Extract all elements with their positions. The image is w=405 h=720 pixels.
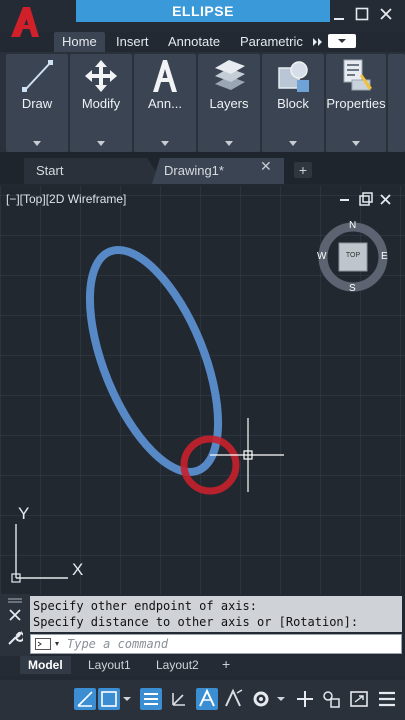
command-prompt-icon[interactable] — [35, 638, 63, 650]
tab-home[interactable]: Home — [54, 32, 105, 52]
ucs-x-label: X — [72, 560, 84, 579]
close-icon[interactable] — [378, 6, 394, 22]
workspace-toggle-button[interactable] — [328, 34, 356, 48]
drawing-canvas[interactable] — [0, 186, 405, 594]
polar-tracking-icon[interactable] — [98, 688, 120, 710]
ucs-y-label: Y — [18, 504, 30, 523]
lineweight-icon[interactable] — [140, 688, 162, 710]
fullscreen-icon[interactable] — [348, 688, 370, 710]
isolate-objects-icon[interactable] — [320, 688, 342, 710]
gear-icon[interactable] — [250, 688, 272, 710]
close-tab-icon[interactable]: ✕ — [260, 158, 272, 175]
panel-annotation[interactable]: Ann... — [134, 54, 196, 152]
tab-model[interactable]: Model — [20, 656, 71, 674]
autocad-window: ELLIPSE Home Insert Annotate Parametric … — [0, 0, 405, 720]
panel-properties-label: Properties — [326, 96, 386, 111]
ellipse-shape — [85, 246, 223, 476]
plus-icon[interactable] — [294, 688, 316, 710]
ortho-icon[interactable] — [74, 688, 96, 710]
panel-draw-expand-icon[interactable] — [33, 141, 41, 146]
panel-annotation-label: Ann... — [148, 96, 182, 111]
command-input[interactable]: Type a command — [30, 634, 402, 654]
chevron-down-icon[interactable] — [122, 696, 132, 702]
properties-icon — [343, 59, 372, 91]
tab-layout2[interactable]: Layout2 — [148, 656, 207, 674]
panel-overflow[interactable] — [388, 54, 405, 152]
ucs-icon — [11, 524, 68, 583]
panel-modify[interactable]: Modify — [70, 54, 132, 152]
command-placeholder: Type a command — [67, 637, 169, 651]
panel-annotation-expand-icon[interactable] — [161, 141, 169, 146]
tab-parametric[interactable]: Parametric — [240, 32, 303, 52]
minimize-icon[interactable] — [331, 6, 347, 22]
more-tabs-icon[interactable] — [312, 37, 324, 47]
chevron-down-icon[interactable] — [276, 696, 286, 702]
dynamic-ucs-icon[interactable] — [168, 688, 190, 710]
tab-layout1[interactable]: Layout1 — [80, 656, 139, 674]
command-history: Specify other endpoint of axis: Specify … — [30, 596, 402, 632]
ribbon: Draw Modify Ann... Layers Block Properti… — [0, 52, 405, 152]
annotation-scale-icon[interactable] — [222, 688, 244, 710]
tab-insert[interactable]: Insert — [116, 32, 149, 52]
add-layout-button[interactable]: + — [222, 656, 230, 672]
panel-modify-expand-icon[interactable] — [97, 141, 105, 146]
panel-modify-label: Modify — [81, 96, 121, 111]
command-history-line: Specify other endpoint of axis: — [33, 599, 257, 613]
close-command-icon[interactable] — [9, 609, 21, 621]
wrench-icon[interactable] — [7, 630, 23, 646]
file-tab-start[interactable]: Start — [24, 158, 164, 184]
panel-properties[interactable]: Properties — [326, 54, 386, 152]
new-tab-button[interactable]: + — [294, 162, 312, 178]
panel-block-label: Block — [277, 96, 309, 111]
tab-annotate[interactable]: Annotate — [168, 32, 220, 52]
panel-block[interactable]: Block — [262, 54, 324, 152]
chevron-down-icon — [338, 39, 346, 43]
panel-layers-expand-icon[interactable] — [225, 141, 233, 146]
window-title: ELLIPSE — [76, 0, 330, 22]
panel-properties-expand-icon[interactable] — [352, 141, 360, 146]
layers-icon — [215, 60, 245, 90]
panel-block-expand-icon[interactable] — [289, 141, 297, 146]
text-icon — [153, 60, 177, 92]
autocad-logo-icon[interactable] — [8, 5, 42, 41]
move-icon — [85, 60, 117, 92]
block-icon — [278, 61, 309, 92]
grip-icon[interactable] — [8, 598, 22, 604]
line-icon — [22, 60, 53, 92]
command-gutter — [0, 594, 30, 656]
maximize-icon[interactable] — [354, 6, 370, 22]
object-snap-icon[interactable] — [196, 688, 218, 710]
panel-draw[interactable]: Draw — [6, 54, 68, 152]
menu-icon[interactable] — [376, 688, 398, 710]
command-history-line: Specify distance to other axis or [Rotat… — [33, 615, 359, 629]
panel-layers-label: Layers — [209, 96, 249, 111]
panel-layers[interactable]: Layers — [198, 54, 260, 152]
panel-draw-label: Draw — [21, 96, 53, 111]
